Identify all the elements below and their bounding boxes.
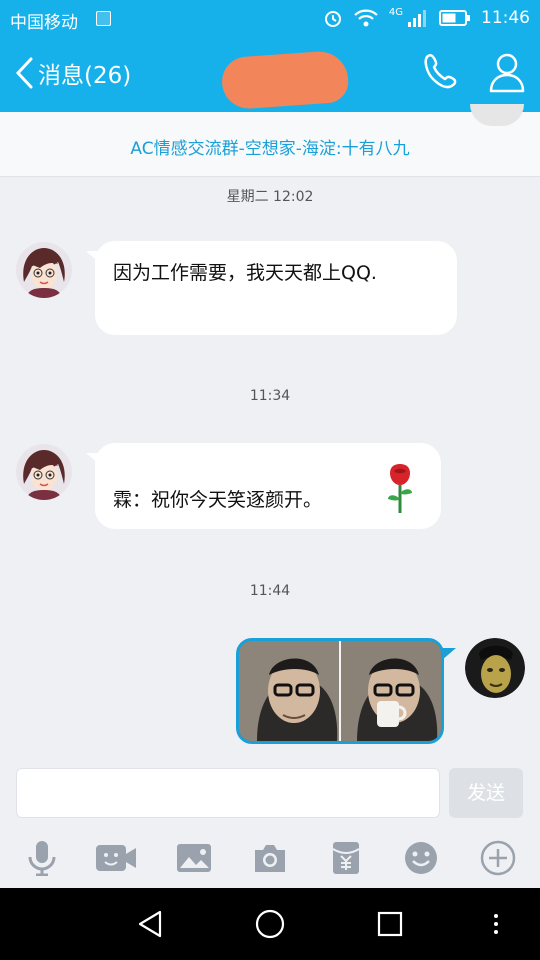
more-button[interactable] (476, 836, 520, 880)
cartoon-girl-avatar (16, 242, 72, 298)
back-icon (138, 910, 162, 938)
plus-icon (480, 840, 516, 876)
sim-icon (96, 11, 111, 26)
composer-toolbar (0, 836, 540, 880)
nav-menu-button[interactable] (476, 906, 516, 942)
camera-icon (255, 845, 285, 872)
send-button[interactable]: 发送 (449, 768, 523, 818)
redacted-title (220, 49, 350, 111)
menu-icon (494, 914, 498, 934)
message-bubble[interactable]: 霖：祝你今天笑逐颜开。 (86, 443, 441, 529)
video-button[interactable] (94, 836, 138, 880)
rose-icon (388, 464, 412, 513)
home-icon (255, 909, 285, 939)
group-avatar (470, 104, 524, 126)
network-type: 4G (388, 6, 403, 18)
person-icon (489, 53, 525, 93)
red-packet-button[interactable] (324, 836, 368, 880)
recents-icon (377, 911, 403, 937)
timestamp: 11:34 (249, 388, 291, 404)
phone-icon (424, 53, 457, 89)
camera-button[interactable] (248, 836, 292, 880)
group-banner[interactable]: AC情感交流群-空想家-海淀:十有八九 (0, 104, 540, 177)
avatar[interactable] (16, 242, 72, 298)
carrier-label: 中国移动 (10, 13, 78, 33)
back-button[interactable]: 消息(26) (14, 56, 131, 90)
image-message[interactable] (236, 638, 444, 744)
call-button[interactable] (420, 52, 458, 96)
nav-home-button[interactable] (250, 906, 290, 942)
timestamp: 星期二 12:02 (226, 189, 314, 205)
my-avatar[interactable] (465, 638, 525, 698)
status-bar: 中国移动 4G 11:46 (0, 0, 540, 38)
message-input[interactable] (16, 768, 440, 818)
sent-photo (239, 641, 441, 741)
red-packet-icon (332, 842, 360, 874)
chevron-left-icon (15, 57, 33, 89)
timestamp: 11:44 (249, 583, 291, 599)
wifi-icon (354, 9, 378, 27)
composer: 发送 (0, 756, 540, 888)
group-name[interactable]: AC情感交流群-空想家-海淀:十有八九 (0, 134, 540, 159)
back-label: 消息(26) (38, 63, 132, 89)
voice-button[interactable] (20, 836, 64, 880)
my-avatar-image (465, 638, 525, 698)
nav-recents-button[interactable] (370, 906, 410, 942)
alarm-icon (324, 11, 341, 27)
avatar[interactable] (16, 444, 72, 500)
microphone-icon (28, 841, 56, 876)
message-bubble[interactable]: 因为工作需要，我天天都上QQ. (86, 241, 457, 335)
group-profile-button[interactable] (488, 50, 526, 98)
signal-icon (408, 10, 426, 27)
cartoon-girl-avatar (16, 444, 72, 500)
emoji-icon (405, 842, 437, 874)
system-navigation-bar (0, 888, 540, 960)
title-bar: 消息(26) (0, 38, 540, 112)
video-icon (96, 845, 136, 871)
image-icon (177, 844, 211, 872)
nav-back-button[interactable] (130, 906, 170, 942)
top-bar: 中国移动 4G 11:46 消息(26) (0, 0, 540, 112)
emoji-button[interactable] (399, 836, 443, 880)
message-text: 霖：祝你今天笑逐颜开。 (113, 489, 323, 511)
battery-icon (439, 10, 470, 26)
image-button[interactable] (172, 836, 216, 880)
message-text: 因为工作需要，我天天都上QQ. (113, 262, 377, 284)
bubble-tail (442, 648, 456, 660)
clock: 11:46 (481, 8, 530, 28)
